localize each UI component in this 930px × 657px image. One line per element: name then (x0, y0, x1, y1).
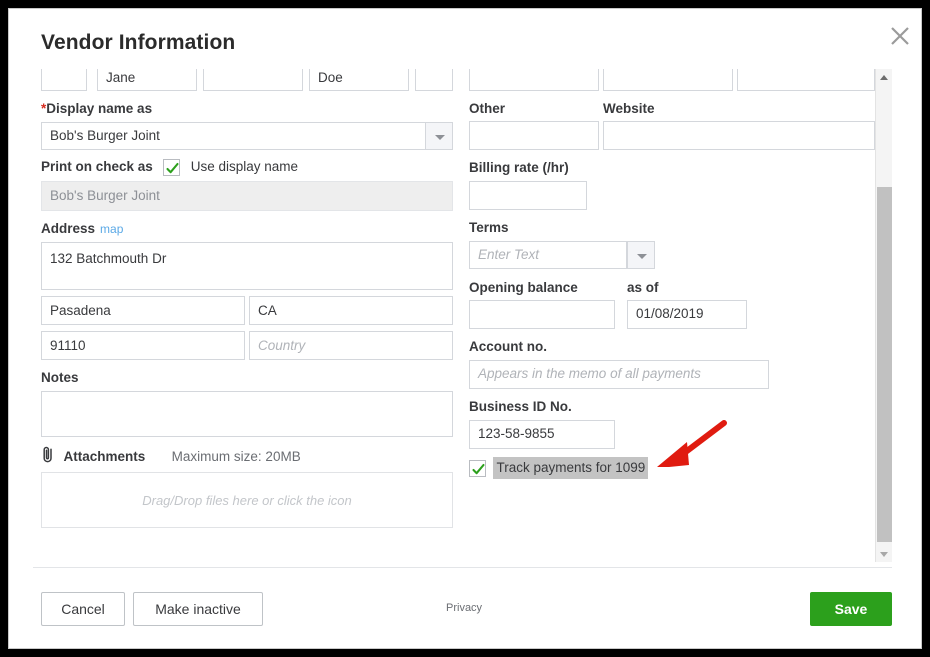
map-link[interactable]: map (100, 222, 123, 236)
print-on-check-label: Print on check as (41, 159, 153, 174)
other-website-input-row (469, 121, 879, 150)
vendor-information-dialog: Vendor Information Jane Doe *Display nam… (8, 8, 922, 649)
address-state-field[interactable]: CA (249, 296, 453, 325)
as-of-label: as of (627, 280, 659, 295)
first-name-field[interactable]: Jane (97, 69, 197, 91)
display-name-label: *Display name as (41, 101, 153, 116)
account-no-label: Account no. (469, 339, 547, 354)
balance-input-row: 01/08/2019 (469, 300, 879, 329)
opening-balance-label: Opening balance (469, 280, 578, 295)
checkmark-icon (472, 463, 485, 474)
right-column: Other Website Billing rate (/hr) Terms E… (469, 69, 879, 479)
address-street-field[interactable]: 132 Batchmouth Dr (41, 242, 453, 290)
billing-rate-field[interactable] (469, 181, 587, 210)
address-country-field[interactable]: Country (249, 331, 453, 360)
display-name-input[interactable]: Bob's Burger Joint (41, 122, 453, 150)
other-label: Other (469, 101, 506, 116)
triangle-up-icon[interactable] (876, 69, 892, 85)
left-column: Jane Doe *Display name as Bob's Burger J… (41, 69, 453, 528)
notes-label: Notes (41, 370, 79, 385)
terms-dropdown[interactable]: Enter Text (469, 241, 655, 269)
address-zip-field[interactable]: 91110 (41, 331, 245, 360)
form-scroll-region: Jane Doe *Display name as Bob's Burger J… (33, 69, 899, 562)
email-field[interactable] (737, 69, 875, 91)
attachments-max-size: Maximum size: 20MB (171, 449, 301, 464)
chevron-down-icon[interactable] (425, 122, 453, 150)
as-of-date-field[interactable]: 01/08/2019 (627, 300, 747, 329)
scrollbar-thumb[interactable] (877, 187, 892, 542)
title-field[interactable] (41, 69, 87, 91)
suffix-field[interactable] (415, 69, 453, 91)
notes-textarea[interactable] (41, 391, 453, 437)
address-label: Address map (41, 221, 124, 236)
track-1099-label: Track payments for 1099 (493, 457, 649, 479)
other-field[interactable] (469, 121, 599, 150)
form-scrollbar[interactable] (875, 69, 892, 562)
balance-label-row: Opening balance as of (469, 278, 879, 298)
address-city-state-row: Pasadena CA (41, 296, 453, 325)
triangle-down-icon[interactable] (876, 546, 892, 562)
contact-row (469, 69, 879, 91)
fax-field[interactable] (603, 69, 733, 91)
last-name-field[interactable]: Doe (309, 69, 409, 91)
print-on-check-input: Bob's Burger Joint (41, 181, 453, 211)
terms-label: Terms (469, 220, 509, 235)
business-id-field[interactable]: 123-58-9855 (469, 420, 615, 449)
print-on-check-row: Print on check as Use display name (41, 157, 453, 177)
middle-name-field[interactable] (203, 69, 303, 91)
mobile-field[interactable] (469, 69, 599, 91)
address-city-field[interactable]: Pasadena (41, 296, 245, 325)
other-website-label-row: Other Website (469, 99, 879, 119)
make-inactive-button[interactable]: Make inactive (133, 592, 263, 626)
account-no-field[interactable]: Appears in the memo of all payments (469, 360, 769, 389)
opening-balance-field[interactable] (469, 300, 615, 329)
business-id-label: Business ID No. (469, 399, 572, 414)
close-icon[interactable] (883, 19, 917, 53)
checkmark-icon (166, 162, 179, 173)
track-1099-checkbox[interactable] (469, 459, 486, 477)
website-field[interactable] (603, 121, 875, 150)
dialog-footer: Cancel Make inactive Privacy Save (9, 568, 921, 648)
name-row: Jane Doe (41, 69, 453, 91)
paperclip-icon[interactable] (41, 446, 56, 468)
use-display-name-label: Use display name (190, 159, 299, 174)
save-button[interactable]: Save (810, 592, 892, 626)
attachments-row: Attachments Maximum size: 20MB (41, 446, 453, 466)
use-display-name-checkbox[interactable] (163, 158, 181, 176)
track-1099-row: Track payments for 1099 (469, 457, 879, 479)
chevron-down-icon[interactable] (627, 241, 655, 269)
billing-rate-label: Billing rate (/hr) (469, 160, 569, 175)
attachments-label: Attachments (63, 449, 146, 464)
website-label: Website (603, 101, 655, 116)
address-zip-country-row: 91110 Country (41, 331, 453, 360)
attachments-dropzone[interactable]: Drag/Drop files here or click the icon (41, 472, 453, 528)
display-name-dropdown[interactable]: Bob's Burger Joint (41, 122, 453, 150)
cancel-button[interactable]: Cancel (41, 592, 125, 626)
page-title: Vendor Information (41, 31, 236, 54)
privacy-link[interactable]: Privacy (446, 602, 482, 614)
terms-input[interactable]: Enter Text (469, 241, 627, 269)
